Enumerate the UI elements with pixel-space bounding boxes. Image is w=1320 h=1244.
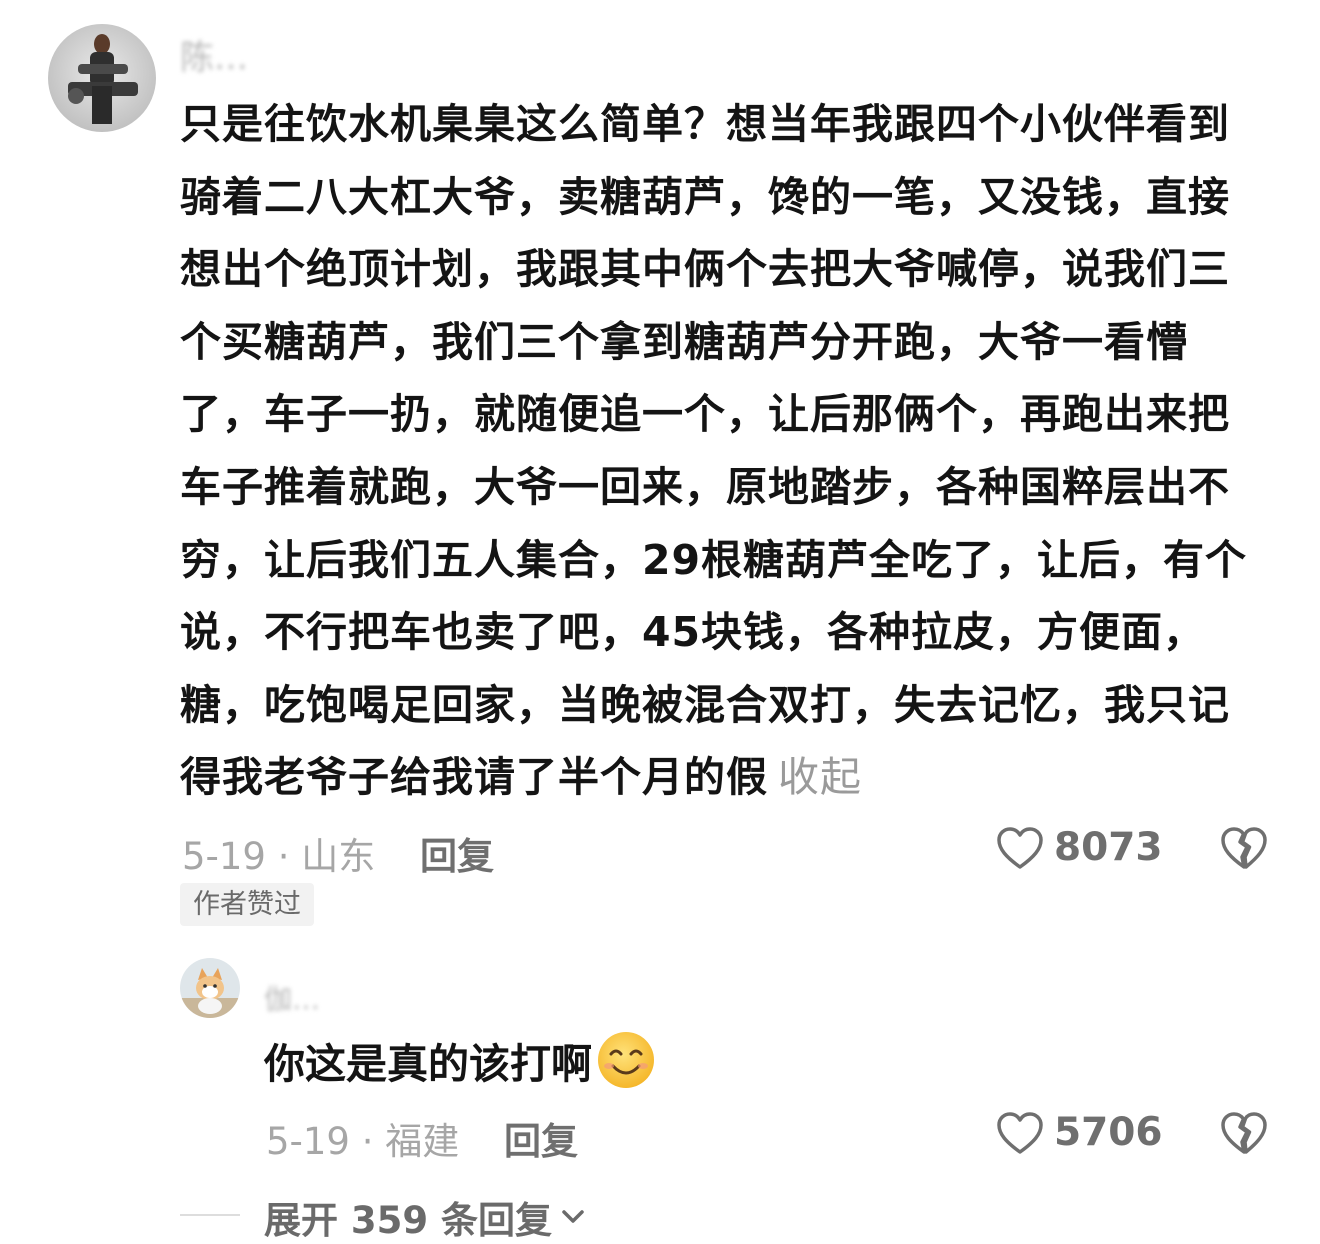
author-liked-badge: 作者赞过 bbox=[180, 883, 314, 926]
smiling-face-emoji-icon bbox=[598, 1032, 654, 1088]
broken-heart-icon bbox=[1221, 1112, 1267, 1154]
reply-date-location: 5-19 · 福建 bbox=[266, 1120, 460, 1163]
heart-outline-icon bbox=[997, 826, 1043, 869]
dislike-button[interactable] bbox=[1220, 825, 1268, 875]
reply-button[interactable]: 回复 bbox=[420, 826, 494, 880]
comment-text: 只是往饮水机臬臬这么简单？想当年我跟四个小伙伴看到骑着二八大杠大爷，卖糖葫芦，馋… bbox=[180, 88, 1265, 814]
reply-dislike-button[interactable] bbox=[1220, 1110, 1268, 1160]
reply-username[interactable]: 伽… bbox=[264, 978, 320, 1018]
chevron-down-icon bbox=[562, 1210, 584, 1223]
reply-reply-button[interactable]: 回复 bbox=[504, 1111, 578, 1165]
broken-heart-icon bbox=[1221, 827, 1267, 869]
reply-text: 你这是真的该打啊 bbox=[264, 1030, 656, 1090]
like-count: 8073 bbox=[1054, 825, 1163, 870]
expand-replies-label: 展开 359 条回复 bbox=[264, 1199, 552, 1242]
avatar[interactable] bbox=[48, 24, 156, 132]
user-avatar-icon bbox=[48, 24, 156, 132]
reply-body: 你这是真的该打啊 bbox=[264, 1040, 592, 1088]
reply-like-count: 5706 bbox=[1054, 1110, 1163, 1155]
reply-avatar[interactable] bbox=[180, 958, 240, 1018]
user-avatar-cat-icon bbox=[180, 958, 240, 1018]
comment-date-location: 5-19 · 山东 bbox=[182, 835, 376, 878]
collapse-button[interactable]: 收起 bbox=[778, 753, 862, 801]
username[interactable]: 陈… bbox=[180, 30, 248, 79]
expand-replies-button[interactable]: 展开 359 条回复 bbox=[264, 1190, 588, 1244]
heart-outline-icon bbox=[997, 1111, 1043, 1154]
reply-like-button[interactable]: 5706 bbox=[996, 1110, 1163, 1155]
like-button[interactable]: 8073 bbox=[996, 825, 1163, 870]
divider bbox=[180, 1214, 240, 1216]
comment-body: 只是往饮水机臬臬这么简单？想当年我跟四个小伙伴看到骑着二八大杠大爷，卖糖葫芦，馋… bbox=[180, 100, 1248, 802]
